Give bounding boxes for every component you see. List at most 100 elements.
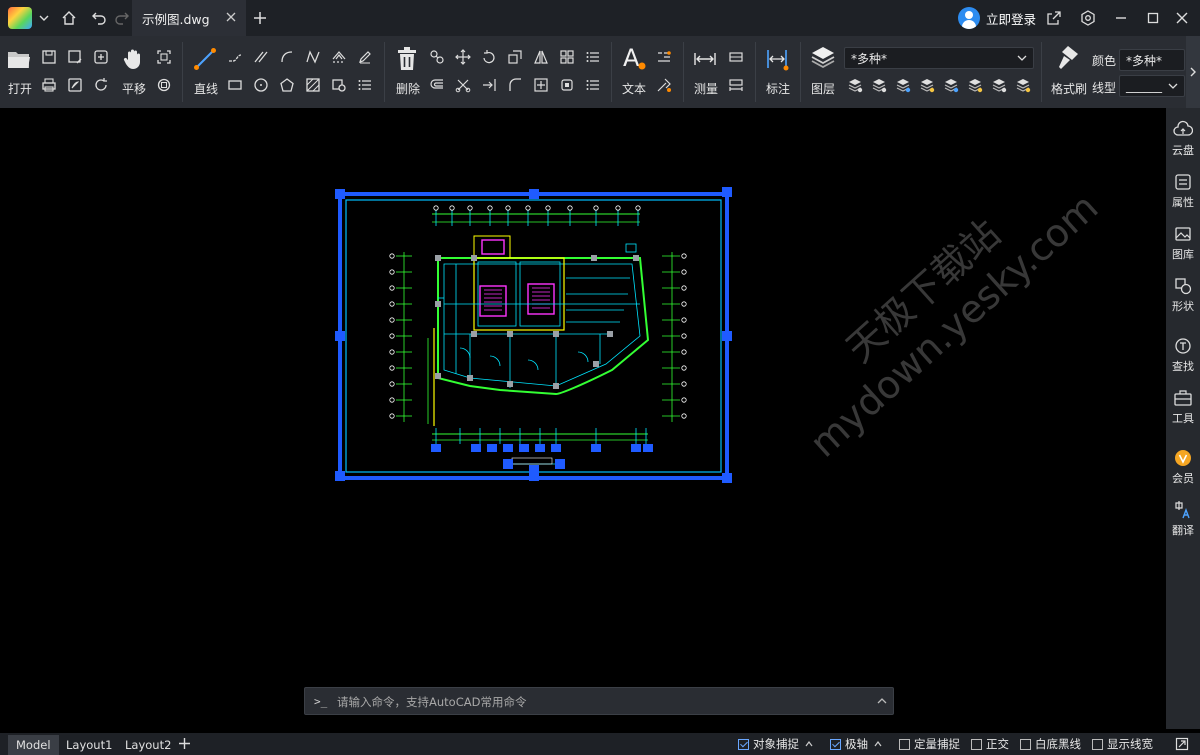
pdf-icon[interactable] <box>66 76 84 94</box>
explode-icon[interactable] <box>532 76 550 94</box>
checkbox-step-snap[interactable] <box>899 738 910 750</box>
layer-tool-5-icon[interactable] <box>942 76 960 94</box>
checkbox-polar[interactable] <box>830 738 841 750</box>
tab-layout1[interactable]: Layout1 <box>58 735 120 755</box>
right-panel-item-vip[interactable]: 会员 <box>1166 440 1200 488</box>
undo-icon[interactable] <box>87 6 111 30</box>
area-measure-icon[interactable] <box>727 48 745 66</box>
mirror-icon[interactable] <box>532 48 550 66</box>
save-as-icon[interactable] <box>66 48 84 66</box>
text-tool-icon[interactable]: A <box>620 44 648 72</box>
toggle-show-lineweight[interactable]: 显示线宽 <box>1092 736 1153 752</box>
color-select[interactable]: *多种* <box>1119 49 1185 71</box>
checkbox-show-lineweight[interactable] <box>1092 738 1103 750</box>
multiline-text-icon[interactable] <box>655 48 673 66</box>
right-panel-item-gallery[interactable]: 图库 <box>1166 216 1200 264</box>
toggle-polar[interactable]: 极轴 <box>830 736 882 752</box>
close-icon[interactable] <box>224 10 238 24</box>
save-icon[interactable] <box>40 48 58 66</box>
line-tool-icon[interactable] <box>192 46 218 72</box>
zoom-window-icon[interactable] <box>155 76 173 94</box>
home-icon[interactable] <box>57 6 81 30</box>
arc-icon[interactable] <box>278 48 296 66</box>
copy-objects-icon[interactable] <box>428 48 446 66</box>
command-line[interactable]: >_ <box>304 687 894 715</box>
checkbox-ortho[interactable] <box>971 738 982 750</box>
delete-trash-icon[interactable] <box>394 46 420 72</box>
right-panel-item-cloud[interactable]: 云盘 <box>1166 112 1200 160</box>
right-panel-item-properties[interactable]: 属性 <box>1166 164 1200 212</box>
format-painter-icon[interactable] <box>1054 44 1082 72</box>
open-folder-icon[interactable] <box>6 46 32 72</box>
list-icon[interactable] <box>356 76 374 94</box>
new-file-icon[interactable] <box>92 48 110 66</box>
share-icon[interactable] <box>1042 6 1066 30</box>
command-input[interactable] <box>335 691 859 713</box>
zoom-extents-icon[interactable] <box>155 48 173 66</box>
layer-tool-4-icon[interactable] <box>918 76 936 94</box>
layer-tool-1-icon[interactable] <box>846 76 864 94</box>
distance-measure-icon[interactable] <box>727 76 745 94</box>
layer-tool-2-icon[interactable] <box>870 76 888 94</box>
minimize-icon[interactable] <box>1109 6 1133 30</box>
add-tab-icon[interactable] <box>248 6 272 30</box>
close-window-icon[interactable] <box>1170 6 1194 30</box>
refresh-icon[interactable] <box>92 76 110 94</box>
toggle-step-snap[interactable]: 定量捕捉 <box>899 736 960 752</box>
right-panel-item-tools[interactable]: 工具 <box>1166 380 1200 428</box>
block-icon[interactable] <box>330 76 348 94</box>
rectangle-icon[interactable] <box>226 76 244 94</box>
array-icon[interactable] <box>558 48 576 66</box>
tab-model[interactable]: Model <box>8 735 59 755</box>
hatch-pattern-icon[interactable] <box>330 48 348 66</box>
layer-select[interactable]: *多种* <box>844 47 1034 69</box>
app-logo[interactable] <box>8 7 32 29</box>
move-icon[interactable] <box>454 48 472 66</box>
stretch-icon[interactable] <box>558 76 576 94</box>
dimension-icon[interactable] <box>764 46 790 72</box>
linetype-select[interactable]: ______ <box>1119 75 1185 97</box>
polyline-icon[interactable] <box>226 48 244 66</box>
measure-icon[interactable] <box>692 46 718 72</box>
fillet-icon[interactable] <box>506 76 524 94</box>
print-icon[interactable] <box>40 76 58 94</box>
chevron-up-icon[interactable] <box>877 696 887 706</box>
maximize-icon[interactable] <box>1141 6 1165 30</box>
layer-tool-6-icon[interactable] <box>966 76 984 94</box>
spline-icon[interactable] <box>304 48 322 66</box>
app-menu-chevron-down-icon[interactable] <box>32 6 56 30</box>
hatch-icon[interactable] <box>304 76 322 94</box>
right-panel-item-shapes[interactable]: 形状 <box>1166 268 1200 316</box>
settings-icon[interactable] <box>1076 6 1100 30</box>
pan-hand-icon[interactable] <box>120 46 146 72</box>
tab-layout2[interactable]: Layout2 <box>117 735 179 755</box>
add-layout-icon[interactable] <box>178 737 191 753</box>
scale-icon[interactable] <box>506 48 524 66</box>
circle-icon[interactable] <box>252 76 270 94</box>
leader-icon[interactable] <box>655 76 673 94</box>
polygon-icon[interactable] <box>278 76 296 94</box>
toggle-object-snap[interactable]: 对象捕捉 <box>738 736 813 752</box>
right-panel-item-find[interactable]: 查找 <box>1166 328 1200 376</box>
checkbox-white-background[interactable] <box>1020 738 1031 750</box>
drawing-canvas[interactable]: 天极下载站 mydown.yesky.com <box>0 108 1166 729</box>
chevron-up-icon[interactable] <box>805 740 813 748</box>
redo-icon[interactable] <box>110 6 134 30</box>
layer-tool-3-icon[interactable] <box>894 76 912 94</box>
layer-icon[interactable] <box>809 44 837 72</box>
checkbox-object-snap[interactable] <box>738 738 749 750</box>
fullscreen-icon[interactable] <box>1175 737 1189 754</box>
ribbon-scroll-right-button[interactable] <box>1186 36 1200 108</box>
login-button[interactable]: 立即登录 <box>958 6 1036 30</box>
more-modify-icon[interactable] <box>584 48 602 66</box>
layer-tool-7-icon[interactable] <box>990 76 1008 94</box>
chevron-up-icon[interactable] <box>874 740 882 748</box>
extend-icon[interactable] <box>480 76 498 94</box>
toggle-white-background[interactable]: 白底黑线 <box>1020 736 1081 752</box>
layer-tool-8-icon[interactable] <box>1014 76 1032 94</box>
trim-icon[interactable] <box>454 76 472 94</box>
rotate-icon[interactable] <box>480 48 498 66</box>
right-panel-item-translate[interactable]: 翻译 <box>1166 492 1200 540</box>
sketch-pen-icon[interactable] <box>356 48 374 66</box>
offset-icon[interactable] <box>428 76 446 94</box>
